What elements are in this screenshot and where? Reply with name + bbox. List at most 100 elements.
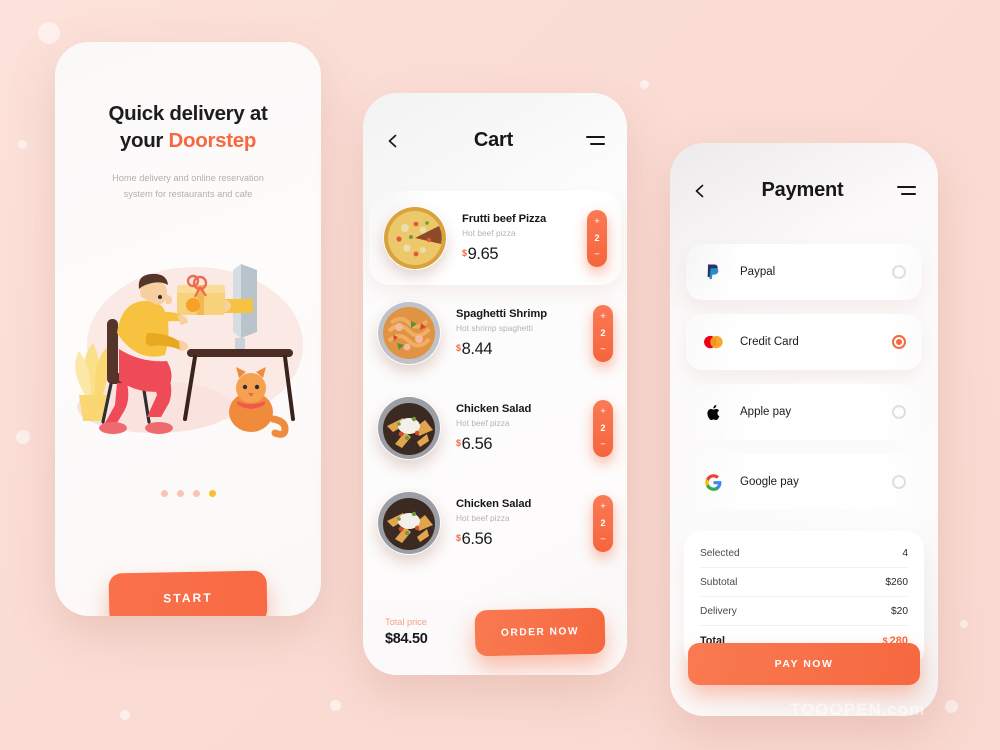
decor-dot [38,22,60,44]
payment-title: Payment [761,179,844,201]
payment-method-paypal[interactable]: Paypal [686,244,922,300]
summary-key: Selected [700,547,740,559]
item-desc: Hot shrimp spaghetti [456,322,533,333]
item-thumbnail-pizza [383,206,447,270]
radio-unselected[interactable] [892,405,906,419]
decor-dot [120,710,130,720]
increment-button[interactable]: + [600,501,606,512]
decrement-button[interactable]: − [600,344,606,355]
summary-row: Selected 4 [700,539,908,568]
cart-title: Cart [473,129,514,151]
increment-button[interactable]: + [594,216,600,227]
hamburger-icon[interactable] [586,131,605,150]
subtitle: Home delivery and online reservation sys… [85,170,291,202]
total-price-value: $84.50 [385,631,428,647]
item-thumbnail-salad [377,396,441,460]
item-name: Chicken Salad [456,497,532,510]
title-highlight: Doorstep [168,129,257,153]
back-chevron-icon[interactable] [692,183,708,199]
payment-method-label: Google pay [740,476,799,488]
quantity-stepper[interactable]: + 2 − [587,209,607,267]
item-meta: Chicken Salad Hot beef pizza $6.56 [456,403,593,454]
onboarding-screen: Quick delivery at your Doorstep Home del… [55,42,321,616]
cart-footer: Total price $84.50 ORDER NOW [363,589,627,675]
price-value: 6.56 [461,529,493,548]
payment-method-google-pay[interactable]: Google pay [686,454,922,510]
decor-dot [945,700,958,713]
total-price-block: Total price $84.50 [385,617,428,647]
item-meta: Frutti beef Pizza Hot beef pizza $9.65 [462,213,587,264]
pager-dot[interactable] [192,490,200,497]
quantity-stepper[interactable]: + 2 − [593,399,613,457]
cart-header: Cart [363,93,627,152]
item-name: Chicken Salad [456,402,532,415]
decor-dot [960,620,968,628]
payment-method-apple-pay[interactable]: Apple pay [686,384,922,440]
google-icon [702,471,724,493]
payment-method-label: Paypal [740,266,776,278]
decrement-button[interactable]: − [600,534,606,545]
item-name: Frutti beef Pizza [462,212,547,225]
radio-selected[interactable] [892,335,906,349]
quantity-value: 2 [600,422,606,433]
summary-row: Subtotal $260 [700,568,908,597]
cart-item[interactable]: Chicken Salad Hot beef pizza $6.56 + 2 − [363,381,627,475]
payment-method-label: Credit Card [740,336,799,348]
payment-header: Payment [670,143,938,202]
decrement-button[interactable]: − [594,249,600,260]
watermark: TOOOPEN.com [790,700,926,719]
summary-value: 4 [902,547,908,559]
cart-item[interactable]: Frutti beef Pizza Hot beef pizza $9.65 +… [369,191,621,285]
title-line-1: Quick delivery at [108,102,268,125]
order-now-button[interactable]: ORDER NOW [474,607,606,657]
radio-unselected[interactable] [892,265,906,279]
decrement-button[interactable]: − [600,439,606,450]
item-desc: Hot beef pizza [456,417,510,428]
summary-key: Delivery [700,605,737,617]
currency-symbol: $ [462,247,467,258]
item-price: $8.44 [456,340,593,359]
pager-dots[interactable] [55,490,321,497]
pager-dot[interactable] [176,490,184,497]
cart-item[interactable]: Spaghetti Shrimp Hot shrimp spaghetti $8… [363,286,627,380]
increment-button[interactable]: + [600,406,606,417]
item-name: Spaghetti Shrimp [456,307,548,320]
payment-method-credit-card[interactable]: Credit Card [686,314,922,370]
title-line-2-plain: your [119,129,169,153]
item-thumbnail-spaghetti [377,301,441,365]
item-thumbnail-salad [377,491,441,555]
quantity-stepper[interactable]: + 2 − [593,494,613,552]
paypal-icon [702,261,724,283]
cart-item[interactable]: Chicken Salad Hot beef pizza $6.56 + 2 − [363,476,627,570]
radio-unselected[interactable] [892,475,906,489]
cart-screen: Cart Frutti beef Pizza Hot beef pizza $9… [363,93,627,675]
delivery-illustration [75,264,303,438]
price-value: 8.44 [461,339,493,358]
summary-key: Subtotal [700,576,738,588]
quantity-value: 2 [600,327,606,338]
back-chevron-icon[interactable] [385,133,401,149]
decor-dot [330,700,341,711]
price-value: 9.65 [467,244,499,263]
decor-dot [18,140,27,149]
quantity-value: 2 [600,517,606,528]
quantity-value: 2 [594,232,600,243]
pager-dot[interactable] [160,490,168,497]
decor-dot [16,430,30,444]
hamburger-icon[interactable] [897,181,916,200]
total-price-label: Total price [385,617,427,627]
apple-icon [702,401,724,423]
summary-row: Delivery $20 [700,597,908,626]
subtitle-line-1: Home delivery and online reservation [112,173,264,184]
quantity-stepper[interactable]: + 2 − [593,304,613,362]
currency-symbol: $ [456,532,461,543]
item-price: $6.56 [456,435,593,454]
pay-now-button[interactable]: PAY NOW [688,643,920,685]
item-desc: Hot beef pizza [462,227,516,238]
start-button[interactable]: START [108,570,268,616]
decor-dot [640,80,649,89]
increment-button[interactable]: + [600,311,606,322]
subtitle-line-2: system for restaurants and cafe [123,189,253,200]
pager-dot-active[interactable] [208,490,216,497]
payment-method-label: Apple pay [740,406,792,418]
